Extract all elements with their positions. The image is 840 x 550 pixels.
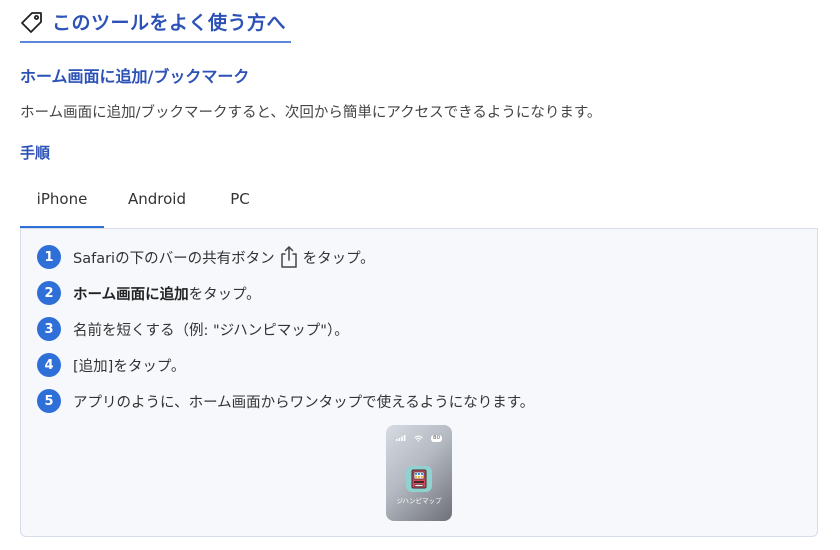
step-text: Safariの下のバーの共有ボタン をタップ。 [73, 245, 375, 269]
step-text-after: をタップ。 [188, 286, 261, 303]
section-title-text: このツールをよく使う方へ [52, 12, 287, 34]
bookmark-heading: ホーム画面に追加/ブックマーク [20, 67, 250, 86]
step-text-before: Safariの下のバーの共有ボタン [73, 250, 275, 267]
tab-panel-iphone: 1 Safariの下のバーの共有ボタン をタップ。 2 ホーム画面に追加 をタップ… [20, 228, 818, 537]
step-text: 名前を短くする（例: "ジハンピマップ"）。 [73, 322, 349, 339]
step-text-after: をタップ。 [302, 250, 375, 267]
step-text: ホーム画面に追加 をタップ。 [73, 283, 261, 304]
tab-pc[interactable]: PC [210, 180, 270, 228]
step-number-badge: 4 [37, 353, 61, 377]
app-label: ジハンピマップ [396, 497, 442, 505]
step-number-badge: 1 [37, 245, 61, 269]
steps-label: 手順 [20, 144, 51, 162]
status-bar: 80 [396, 434, 442, 442]
step-item: 3 名前を短くする（例: "ジハンピマップ"）。 [37, 316, 349, 342]
home-screen-preview: 80 ジハンピマップ [386, 425, 452, 521]
signal-icon [396, 435, 406, 441]
step-item: 1 Safariの下のバーの共有ボタン をタップ。 [37, 244, 375, 270]
section-title: このツールをよく使う方へ [20, 8, 291, 43]
step-text-bold: ホーム画面に追加 [73, 286, 189, 303]
price-tag-icon [21, 11, 42, 33]
step-number-badge: 2 [37, 281, 61, 305]
step-text: アプリのように、ホーム画面からワンタップで使えるようになります。 [73, 394, 535, 411]
step-text: [追加]をタップ。 [73, 358, 186, 375]
step-item: 2 ホーム画面に追加 をタップ。 [37, 280, 261, 306]
share-icon [280, 246, 297, 268]
bookmark-description: ホーム画面に追加/ブックマークすると、次回から簡単にアクセスできるようになります… [20, 105, 602, 121]
tab-android[interactable]: Android [104, 180, 210, 228]
platform-tabs: iPhone Android PC [20, 180, 270, 228]
wifi-icon [414, 435, 423, 442]
step-number-badge: 3 [37, 317, 61, 341]
vending-machine-icon [406, 466, 432, 492]
battery-indicator: 80 [431, 434, 442, 442]
step-item: 4 [追加]をタップ。 [37, 352, 185, 378]
tab-iphone[interactable]: iPhone [20, 180, 104, 228]
step-number-badge: 5 [37, 389, 61, 413]
step-item: 5 アプリのように、ホーム画面からワンタップで使えるようになります。 [37, 388, 534, 414]
